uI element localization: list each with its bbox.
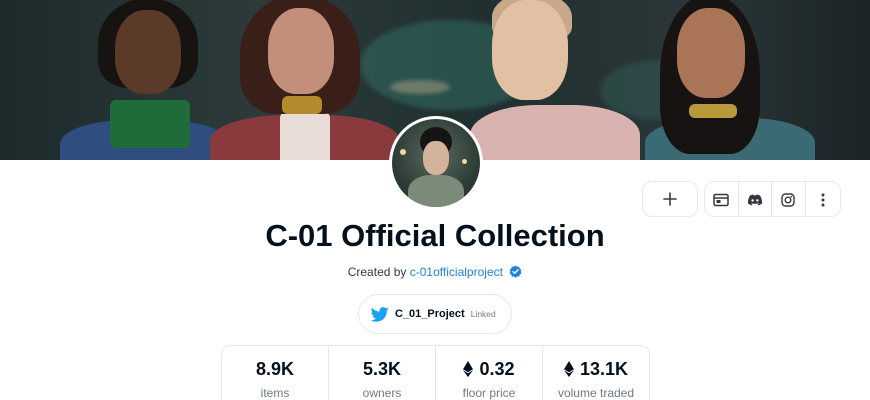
created-by-label: Created by: [347, 265, 407, 279]
collection-title: C-01 Official Collection: [265, 218, 605, 253]
more-vertical-icon: [821, 193, 825, 207]
banner-figure-2: [210, 0, 400, 160]
banner-figure-1: [60, 0, 230, 160]
add-button[interactable]: [642, 181, 698, 217]
website-button[interactable]: [705, 182, 739, 216]
stat-value: 8.9K: [255, 358, 295, 379]
stat-value: 5.3K: [362, 358, 402, 379]
discord-icon: [747, 194, 762, 206]
website-icon: [713, 193, 729, 207]
banner-figure-3: [470, 0, 640, 160]
instagram-icon: [781, 193, 795, 207]
stat-owners[interactable]: 5.3K owners: [329, 346, 436, 400]
stat-label: items: [260, 386, 290, 400]
plus-icon: [663, 192, 677, 206]
collection-stats: 8.9K items 5.3K owners 0.32 floor price …: [221, 345, 650, 400]
twitter-linked-status: Linked: [470, 309, 496, 319]
instagram-button[interactable]: [772, 182, 806, 216]
twitter-link-pill[interactable]: C_01_Project Linked: [358, 294, 512, 334]
stat-label: volume traded: [557, 386, 635, 400]
banner-figure-4: [645, 0, 815, 160]
stat-value: 13.1K: [579, 358, 629, 379]
ethereum-icon: [463, 361, 474, 377]
discord-button[interactable]: [738, 182, 772, 216]
twitter-handle: C_01_Project: [395, 308, 465, 320]
verified-badge-icon: [509, 265, 522, 278]
created-by-line: Created by c-01officialproject: [0, 265, 870, 279]
stat-label: floor price: [462, 386, 516, 400]
stat-label: owners: [362, 386, 402, 400]
stat-floor-price[interactable]: 0.32 floor price: [436, 346, 543, 400]
ethereum-icon: [563, 361, 574, 377]
twitter-bird-icon: [371, 306, 389, 322]
stat-value: 0.32: [479, 358, 515, 379]
collection-avatar: [389, 116, 483, 210]
creator-link[interactable]: c-01officialproject: [410, 265, 503, 279]
social-links-group: [704, 181, 841, 217]
more-options-button[interactable]: [805, 182, 840, 216]
stat-items[interactable]: 8.9K items: [222, 346, 329, 400]
stat-volume-traded[interactable]: 13.1K volume traded: [543, 346, 649, 400]
